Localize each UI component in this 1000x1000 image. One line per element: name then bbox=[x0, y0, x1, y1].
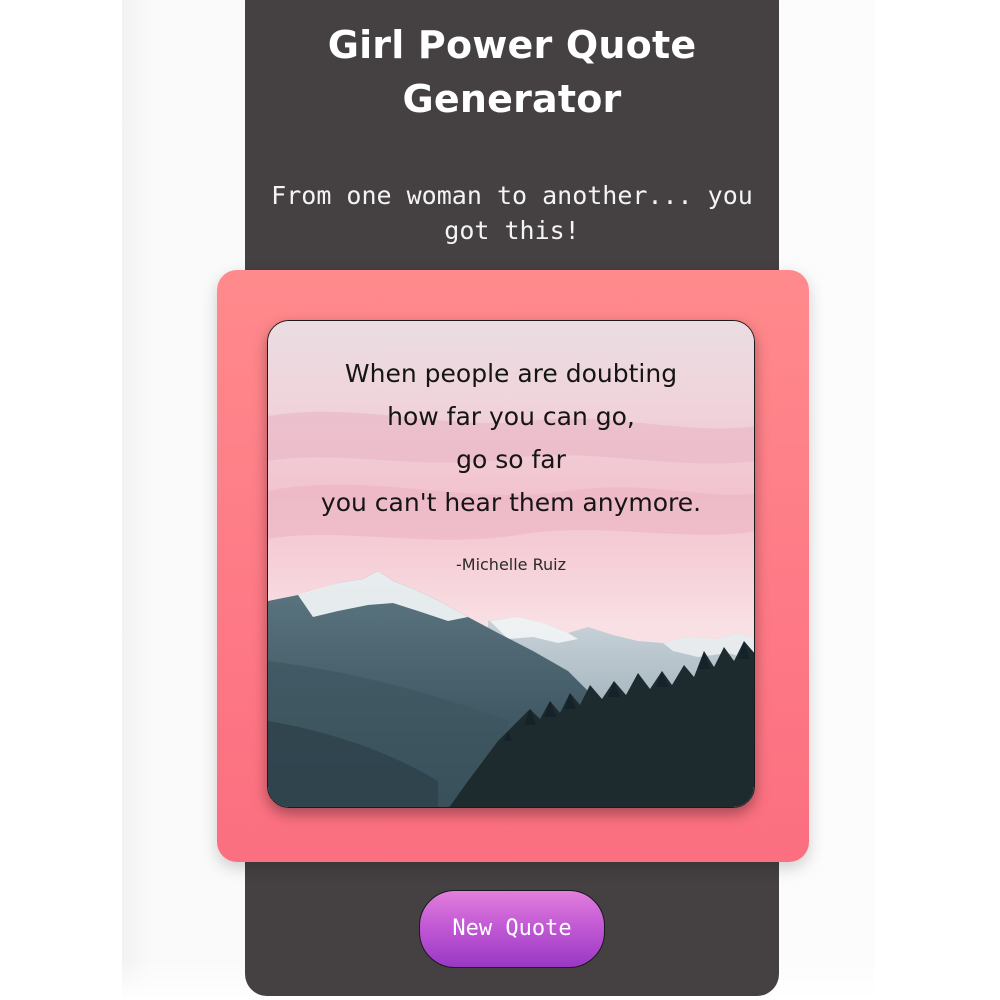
quote-line: you can't hear them anymore. bbox=[320, 488, 702, 517]
new-quote-button[interactable]: New Quote bbox=[419, 890, 605, 968]
page-subtitle-line-1: From one woman to another... you bbox=[271, 181, 753, 210]
page-title-line-2: Generator bbox=[402, 77, 622, 121]
page-subtitle-line-2: got this! bbox=[444, 216, 580, 245]
page-title: Girl Power Quote Generator bbox=[245, 18, 779, 126]
quote-author: -Michelle Ruiz bbox=[455, 555, 566, 574]
page-subtitle: From one woman to another... you got thi… bbox=[245, 178, 779, 248]
quote-line: how far you can go, bbox=[387, 402, 635, 431]
page: Girl Power Quote Generator From one woma… bbox=[0, 0, 1000, 1000]
quote-line: go so far bbox=[456, 445, 566, 474]
quote-text: When people are doubting how far you can… bbox=[267, 352, 755, 524]
page-title-line-1: Girl Power Quote bbox=[327, 23, 697, 67]
quote-line: When people are doubting bbox=[344, 359, 678, 388]
